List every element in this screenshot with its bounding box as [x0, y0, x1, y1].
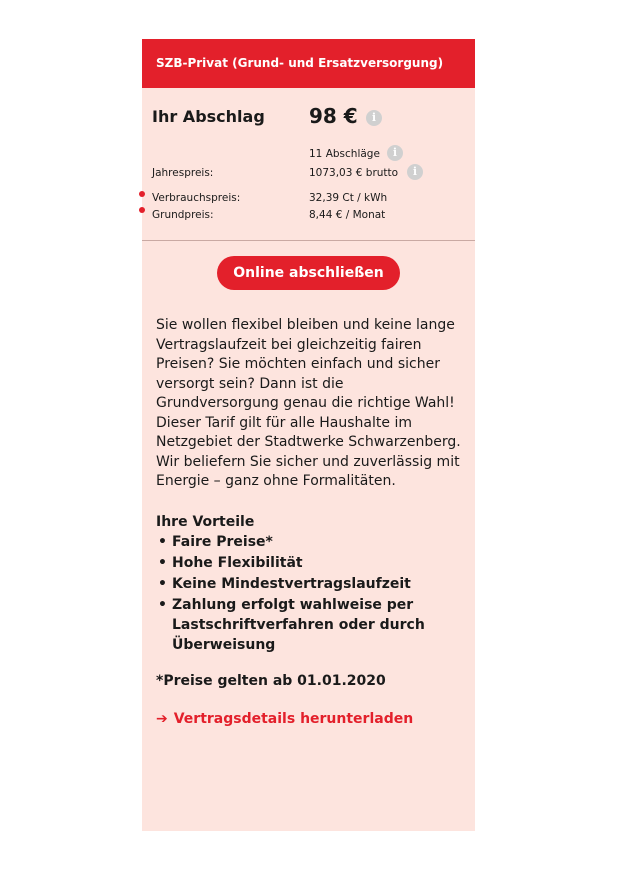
- tariff-title: SZB-Privat (Grund- und Ersatzversorgung): [142, 39, 475, 88]
- arrow-right-icon: ➔: [156, 710, 168, 727]
- grundpreis-label: Grundpreis:: [152, 209, 214, 221]
- tariff-description: Sie wollen flexibel bleiben und keine la…: [156, 317, 461, 489]
- red-marker: [139, 207, 145, 213]
- jahrespreis-label: Jahrespreis:: [152, 167, 214, 179]
- jahrespreis-info-icon[interactable]: i: [407, 164, 423, 180]
- grundpreis-value: 8,44 € / Monat: [309, 209, 386, 221]
- jahrespreis-value: 1073,03 € brutto: [309, 167, 399, 179]
- cta-container: Online abschließen: [142, 256, 475, 290]
- abschlaege-info-icon[interactable]: i: [387, 145, 403, 161]
- benefit-item: Faire Preise*: [156, 532, 461, 552]
- benefit-item: Zahlung erfolgt wahlweise per Lastschrif…: [156, 595, 461, 655]
- benefits-title: Ihre Vorteile: [156, 513, 255, 530]
- benefit-item: Keine Mindestvertragslaufzeit: [156, 574, 461, 594]
- abschlaege-count: 11 Abschläge: [309, 148, 380, 160]
- abschlag-info-icon[interactable]: i: [366, 110, 382, 126]
- online-abschliessen-button[interactable]: Online abschließen: [217, 256, 400, 290]
- tariff-card: SZB-Privat (Grund- und Ersatzversorgung)…: [139, 39, 475, 831]
- abschlag-label: Ihr Abschlag: [152, 107, 265, 126]
- verbrauchspreis-value: 32,39 Ct / kWh: [309, 192, 388, 204]
- price-summary: Ihr Abschlag 98 € i 11 Abschläge i Jahre…: [139, 88, 475, 241]
- verbrauchspreis-label: Verbrauchspreis:: [152, 192, 241, 204]
- download-contract-link[interactable]: ➔ Vertragsdetails herunterladen: [156, 711, 461, 727]
- abschlag-value: 98 €: [309, 104, 358, 128]
- red-marker: [139, 191, 145, 197]
- benefits-list: Faire Preise* Hohe Flexibilität Keine Mi…: [156, 532, 461, 655]
- benefit-item: Hohe Flexibilität: [156, 553, 461, 573]
- price-validity-note: *Preise gelten ab 01.01.2020: [156, 672, 386, 689]
- download-label: Vertragsdetails herunterladen: [173, 710, 414, 727]
